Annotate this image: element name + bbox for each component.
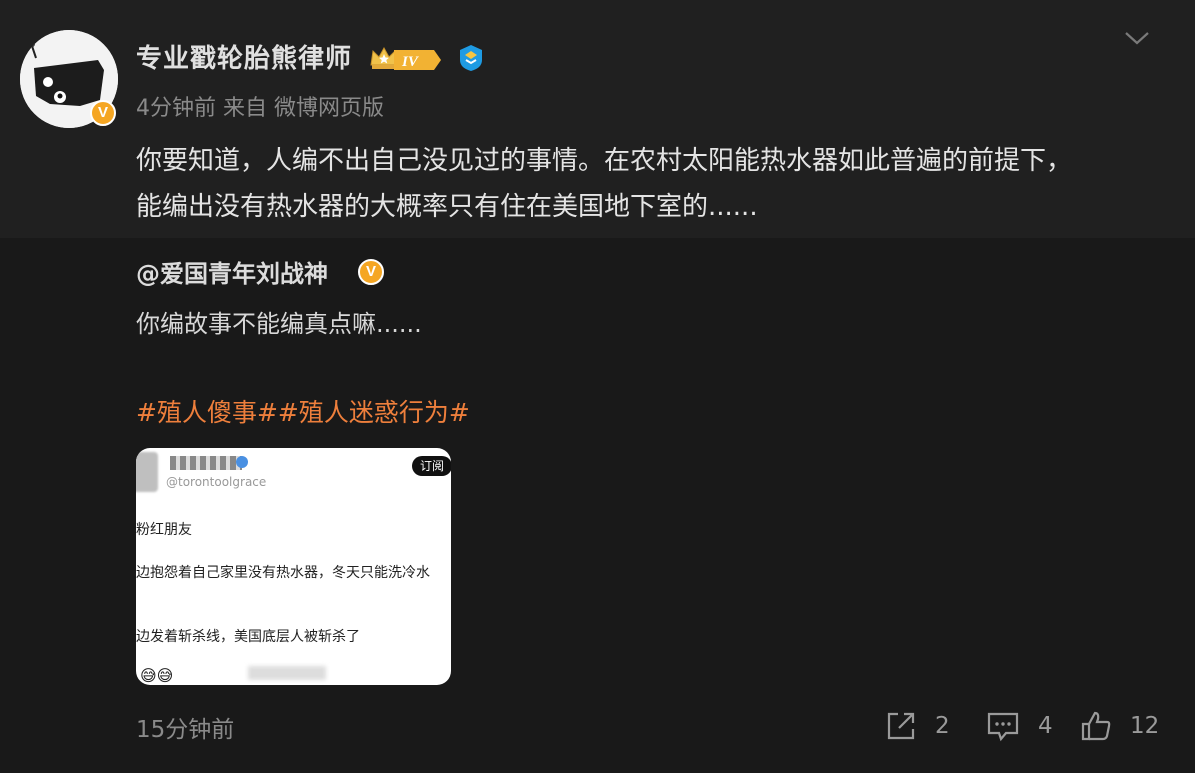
comment-count: 4 [1038, 713, 1053, 739]
image-name-blurred [170, 456, 242, 470]
like-button[interactable]: 12 [1080, 706, 1159, 746]
image-emoji: 😅😅 [140, 666, 174, 685]
attached-image[interactable]: @torontoolgrace 订阅 粉红朋友 边抱怨着自己家里没有热水器，冬天… [136, 448, 451, 685]
post-meta: 4分钟前 来自 微博网页版 [136, 96, 384, 121]
verified-v-badge: V [358, 259, 384, 285]
svg-text:IV: IV [401, 54, 420, 70]
image-avatar-blurred [136, 452, 158, 492]
author-avatar[interactable]: V [20, 30, 118, 128]
image-handle: @torontoolgrace [166, 475, 267, 489]
post-text: 你要知道，人编不出自己没见过的事情。在农村太阳能热水器如此普遍的前提下， 能编出… [136, 138, 1176, 230]
repost-timestamp[interactable]: 15分钟前 [136, 710, 234, 744]
image-text-line: 边发着斩杀线，美国底层人被斩杀了 [136, 629, 360, 645]
hashtag-link[interactable]: #殖人傻事# [136, 398, 278, 427]
share-count: 2 [935, 713, 950, 739]
image-subscribe-button: 订阅 [412, 456, 451, 476]
post-text-line: 你要知道，人编不出自己没见过的事情。在农村太阳能热水器如此普遍的前提下， [136, 146, 1073, 176]
level-badge: IV [394, 48, 442, 76]
comment-button[interactable]: 4 [986, 706, 1053, 746]
verified-icon [458, 44, 484, 76]
chevron-down-icon[interactable] [1124, 30, 1150, 50]
image-blurred-text [248, 666, 326, 680]
hashtag-link[interactable]: #殖人迷惑行为# [278, 398, 470, 427]
author-name[interactable]: 专业戳轮胎熊律师 [136, 38, 352, 75]
image-text-line: 粉红朋友 [136, 522, 192, 538]
like-icon [1081, 711, 1111, 741]
repost-author-name[interactable]: @爱国青年刘战神 [136, 254, 328, 289]
like-count: 12 [1130, 713, 1160, 739]
verified-v-badge: V [90, 100, 116, 126]
image-text-line: 边抱怨着自己家里没有热水器，冬天只能洗冷水 [136, 565, 430, 581]
hashtags: #殖人傻事##殖人迷惑行为# [136, 393, 470, 429]
share-button[interactable]: 2 [885, 706, 950, 746]
post-text-line: 能编出没有热水器的大概率只有住在美国地下室的...... [136, 192, 758, 222]
comment-icon [987, 712, 1019, 742]
share-icon [887, 712, 915, 740]
image-verified-icon [236, 456, 248, 468]
repost-text: 你编故事不能编真点嘛...... [136, 310, 422, 338]
